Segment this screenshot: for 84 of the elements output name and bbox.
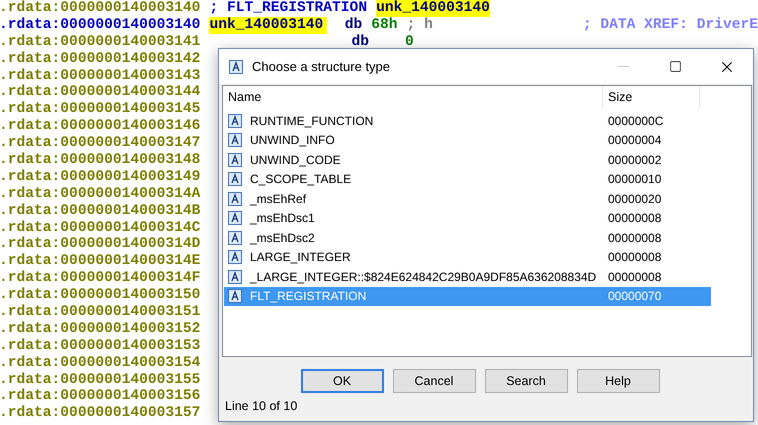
column-header[interactable]: Size (603, 86, 700, 108)
address-label: .rdata:0000000140003148 (0, 152, 200, 169)
address-label: .rdata:0000000140003140 (0, 0, 200, 17)
structure-size: 00000020 (607, 192, 662, 206)
xref-comment: ; DATA XREF: DriverE (582, 16, 758, 34)
structure-icon (228, 230, 242, 245)
structure-size: 0000000C (607, 114, 664, 128)
structure-row[interactable]: _msEhDsc2 00000008 (224, 228, 711, 248)
label-name: unk_140003140 (376, 0, 490, 17)
address-label: .rdata:0000000140003153 (0, 338, 200, 355)
mnemonic-text: db (351, 34, 369, 51)
structure-icon (228, 250, 242, 264)
address-label: .rdata:0000000140003150 (0, 287, 200, 304)
structure-icon (228, 133, 242, 148)
structure-size: 00000008 (607, 211, 662, 226)
address-label: .rdata:0000000140003149 (0, 168, 200, 186)
address-label: .rdata:0000000140003156 (0, 388, 200, 405)
mnemonic-text: db (344, 16, 362, 34)
address-label: .rdata:000000014000314D (0, 236, 200, 253)
structure-size: 00000010 (607, 172, 662, 186)
address-label: .rdata:0000000140003154 (0, 354, 200, 372)
address-label: .rdata:000000014000314C (0, 220, 200, 236)
structure-name: RUNTIME_FUNCTION (250, 114, 374, 128)
address-label: .rdata:0000000140003141 (0, 34, 200, 51)
structure-icon (228, 270, 242, 284)
address-label: .rdata:0000000140003140 (0, 16, 200, 34)
structure-row[interactable]: LARGE_INTEGER 00000008 (224, 248, 711, 267)
structure-name: C_SCOPE_TABLE (250, 172, 352, 186)
comment-text: ; FLT_REGISTRATION (209, 0, 368, 17)
structure-icon (228, 152, 242, 167)
address-label: .rdata:0000000140003142 (0, 50, 200, 68)
dialog-button[interactable]: Cancel (392, 369, 476, 393)
structure-size: 00000070 (607, 289, 662, 304)
address-label: .rdata:000000014000314A (0, 186, 200, 203)
structure-row[interactable]: UNWIND_INFO 00000004 (224, 130, 711, 150)
structure-size: 00000004 (607, 133, 662, 148)
structure-icon (228, 211, 242, 226)
structure-name: LARGE_INTEGER (250, 250, 351, 264)
structure-icon (228, 114, 242, 128)
structure-name: _msEhRef (250, 192, 306, 206)
structure-row[interactable]: UNWIND_CODE 00000002 (224, 150, 711, 170)
structure-name: FLT_REGISTRATION (250, 289, 366, 304)
comment-text: ; h (406, 16, 433, 34)
structure-row[interactable]: C_SCOPE_TABLE 00000010 (224, 170, 711, 189)
dialog-button[interactable]: Search (484, 369, 568, 393)
structure-name: _msEhDsc1 (250, 211, 315, 226)
structure-size: 00000008 (607, 250, 662, 264)
structure-icon (228, 289, 242, 304)
address-label: .rdata:0000000140003152 (0, 320, 200, 338)
label-name: unk_140003140 (209, 16, 327, 34)
operand-text: 68h (371, 16, 398, 34)
structure-name: _msEhDsc2 (250, 230, 315, 245)
address-label: .rdata:000000014000314B (0, 202, 200, 220)
address-label: .rdata:0000000140003144 (0, 84, 200, 101)
address-label: .rdata:000000014000314F (0, 270, 200, 287)
minimize-icon (618, 66, 628, 67)
address-label: .rdata:0000000140003155 (0, 372, 200, 388)
operand-text: 0 (404, 34, 414, 51)
dialog-button[interactable]: OK (300, 369, 384, 393)
maximize-icon (668, 60, 682, 73)
address-label: .rdata:000000014000314E (0, 253, 200, 270)
structure-row[interactable]: _msEhDsc1 00000008 (224, 208, 711, 228)
column-header[interactable]: Name (223, 86, 603, 108)
structure-row[interactable]: _msEhRef 00000020 (224, 189, 711, 208)
address-label: .rdata:0000000140003145 (0, 101, 200, 118)
window-title: Choose a structure type (252, 59, 392, 74)
address-label: .rdata:0000000140003143 (0, 68, 200, 84)
structure-size: 00000008 (607, 270, 662, 284)
structure-row[interactable]: _LARGE_INTEGER::$824E624842C29B0A9DF85A636208834D 00000008 (224, 267, 711, 286)
dialog-button[interactable]: Help (576, 369, 660, 393)
address-label: .rdata:0000000140003157 (0, 405, 200, 422)
address-label: .rdata:0000000140003151 (0, 304, 200, 321)
status-text: Line 10 of 10 (225, 399, 298, 413)
structure-size: 00000008 (607, 230, 662, 245)
structure-name: UNWIND_CODE (250, 152, 341, 167)
structure-icon (228, 172, 242, 186)
structure-name: _LARGE_INTEGER::$824E624842C29B0A9DF85A636208834D (250, 270, 596, 284)
structure-name: UNWIND_INFO (250, 133, 335, 148)
structure-icon (228, 192, 242, 206)
address-label: .rdata:0000000140003146 (0, 118, 200, 135)
structure-row[interactable]: RUNTIME_FUNCTION 0000000C (224, 111, 711, 130)
structure-icon (229, 60, 243, 74)
address-label: .rdata:0000000140003147 (0, 135, 200, 152)
structure-size: 00000002 (607, 152, 662, 167)
